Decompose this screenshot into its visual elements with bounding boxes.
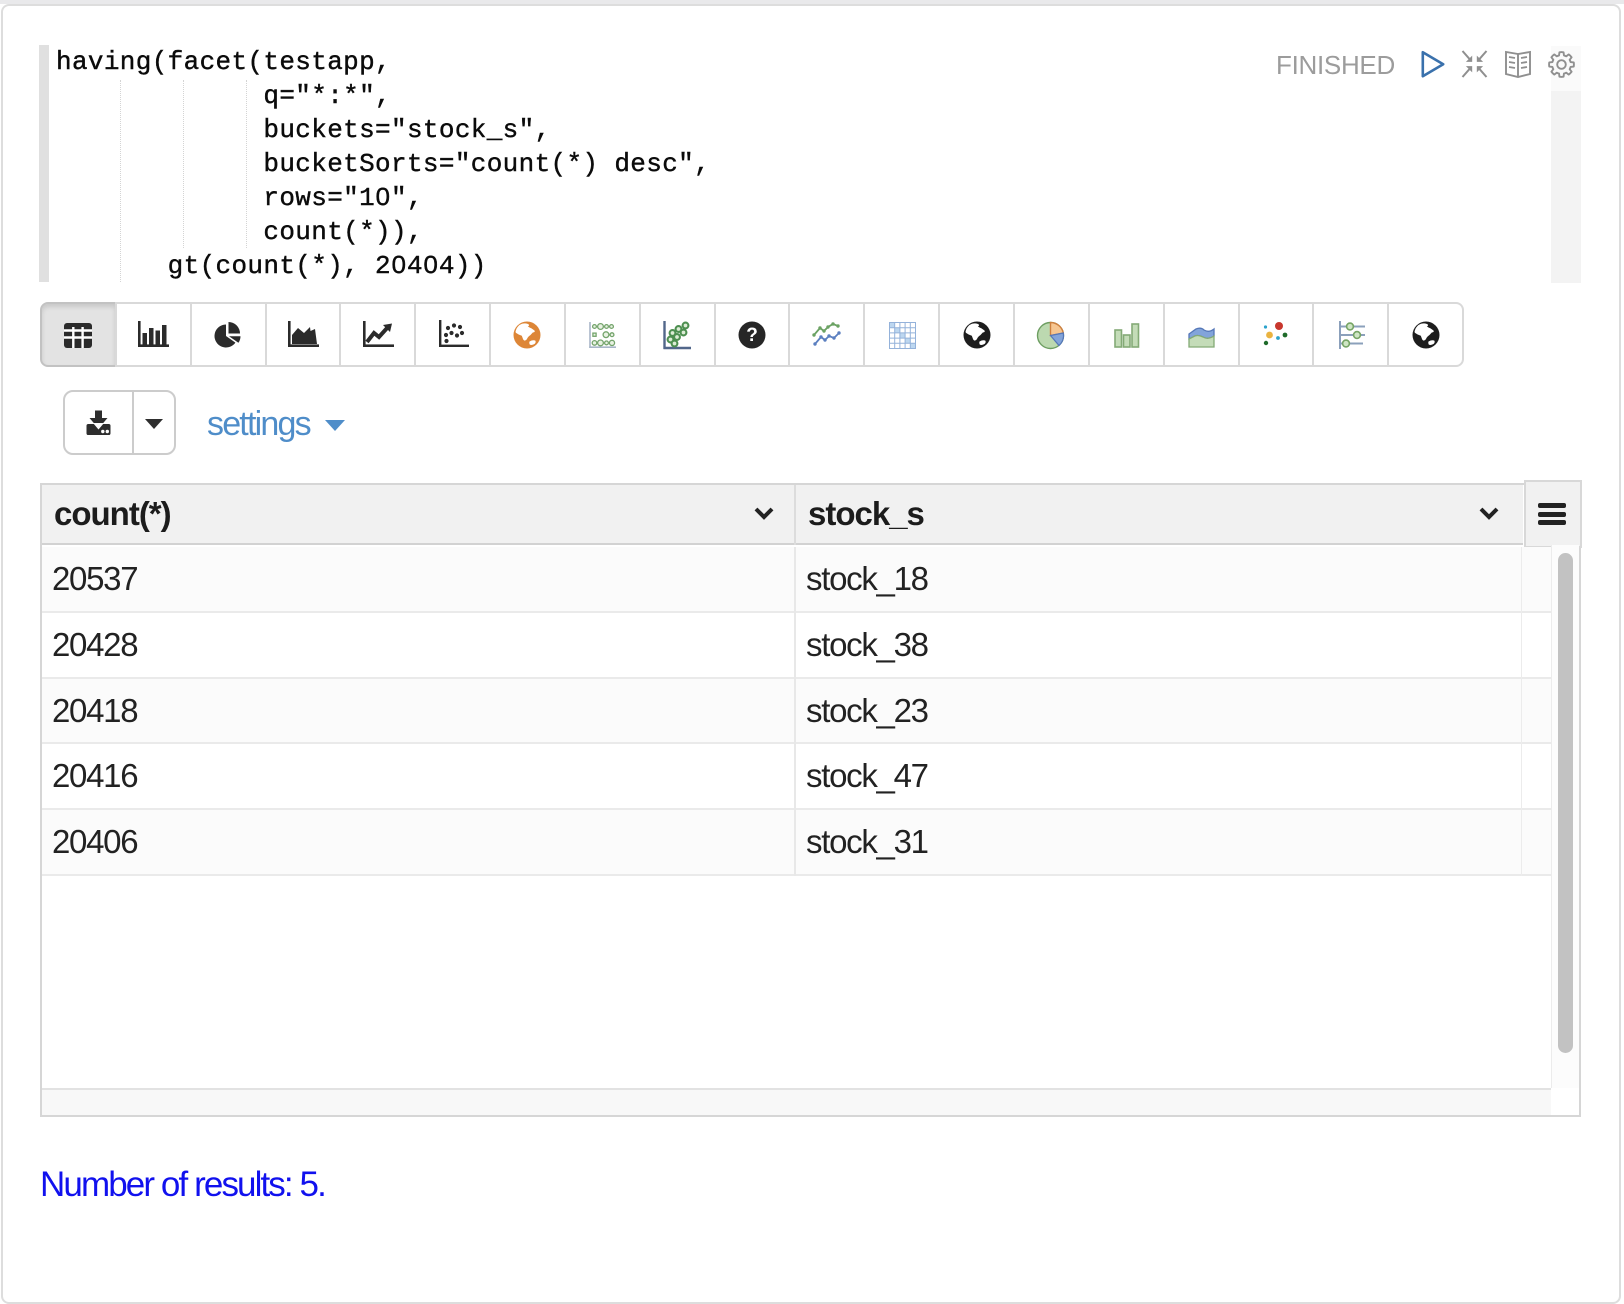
svg-text:?: ? — [746, 325, 758, 346]
